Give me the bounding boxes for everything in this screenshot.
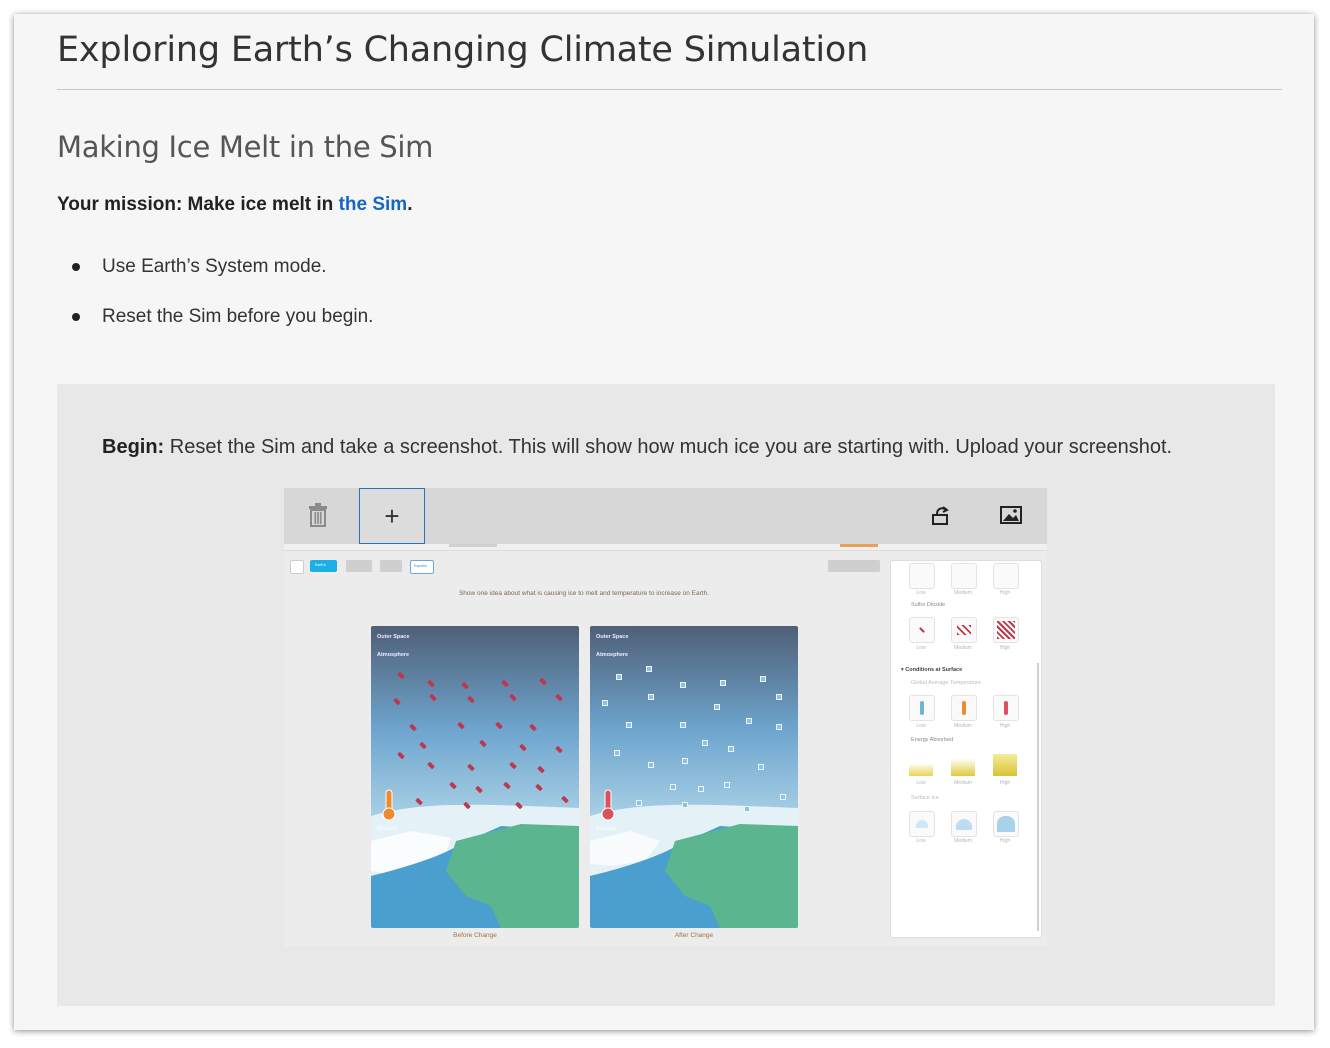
energy-medium-icon xyxy=(951,754,975,776)
section-title: Making Ice Melt in the Sim xyxy=(57,130,434,164)
sulfur-medium-icon xyxy=(951,617,977,643)
bullet-icon xyxy=(72,263,80,271)
sim-link[interactable]: the Sim xyxy=(339,194,408,215)
before-change-panel: Outer Space Atmosphere Surface xyxy=(371,626,579,928)
trash-icon xyxy=(309,503,327,527)
mini-button xyxy=(346,560,372,572)
screenshot-frame: + Earth's Español Show one idea about wh… xyxy=(284,488,1047,946)
high-icon xyxy=(993,563,1019,589)
mission-suffix: . xyxy=(407,194,413,215)
rotate-icon xyxy=(932,506,949,525)
temp-high-icon xyxy=(993,695,1019,721)
outer-space-label: Outer Space xyxy=(596,634,629,640)
mode-button: Earth's xyxy=(310,560,337,572)
thermometer-icon xyxy=(382,789,396,821)
after-change-caption: After Change xyxy=(674,932,714,939)
atmosphere-label: Atmosphere xyxy=(596,652,629,658)
temp-low-icon xyxy=(909,695,935,721)
language-button: Español xyxy=(410,560,434,574)
page-card: Exploring Earth’s Changing Climate Simul… xyxy=(14,14,1314,1030)
title-divider xyxy=(57,89,1282,90)
sulfur-low-icon xyxy=(909,617,935,643)
task-box: Begin: Reset the Sim and take a screensh… xyxy=(57,384,1275,1006)
delete-button[interactable] xyxy=(286,488,350,542)
global-temp-label: Global Average Temperature xyxy=(911,680,981,686)
atmosphere-label: Atmosphere xyxy=(377,652,410,658)
low-icon xyxy=(909,563,935,589)
thermometer-icon xyxy=(601,789,615,821)
before-scene xyxy=(371,626,579,928)
after-change-panel: Outer Space Atmosphere Surface xyxy=(590,626,798,928)
image-toolbar: + xyxy=(284,488,1047,544)
list-item-text: Reset the Sim before you begin. xyxy=(102,306,374,327)
image-button[interactable] xyxy=(979,488,1043,542)
conditions-header: ▾ Conditions at Surface xyxy=(901,667,963,673)
before-change-caption: Before Change xyxy=(453,932,497,939)
surface-ice-label: Surface Ice xyxy=(911,795,939,801)
panel-scrollbar xyxy=(1037,663,1039,931)
ice-medium-icon xyxy=(951,811,977,837)
list-item-text: Use Earth’s System mode. xyxy=(102,256,327,277)
mission-prefix: Your mission: Make ice melt in xyxy=(57,194,339,215)
sim-side-panel: Low Medium High Sulfur Dioxide Low Mediu… xyxy=(890,560,1042,938)
sulfur-dioxide-label: Sulfur Dioxide xyxy=(911,602,946,608)
bullet-icon xyxy=(72,313,80,321)
sulfur-high-icon xyxy=(993,617,1019,643)
list-item: Use Earth’s System mode. xyxy=(57,254,373,304)
add-button[interactable]: + xyxy=(359,488,425,544)
mission-text: Your mission: Make ice melt in the Sim. xyxy=(57,194,412,216)
instruction-list: Use Earth’s System mode. Reset the Sim b… xyxy=(57,254,373,354)
surface-label: Surface xyxy=(377,826,398,832)
mini-button xyxy=(380,560,402,572)
ice-low-icon xyxy=(909,811,935,837)
energy-low-icon xyxy=(909,754,933,776)
medium-icon xyxy=(951,563,977,589)
task-instruction: Begin: Reset the Sim and take a screensh… xyxy=(102,436,1172,459)
surface-label: Surface xyxy=(596,826,617,832)
menu-icon xyxy=(290,560,304,574)
page-title: Exploring Earth’s Changing Climate Simul… xyxy=(57,30,869,70)
image-icon xyxy=(1000,506,1022,524)
plus-icon: + xyxy=(384,500,400,531)
task-label: Begin: xyxy=(102,436,165,458)
ice-high-icon xyxy=(993,811,1019,837)
tab-marker xyxy=(449,544,497,547)
temp-medium-icon xyxy=(951,695,977,721)
outer-space-label: Outer Space xyxy=(377,634,410,640)
rotate-button[interactable] xyxy=(909,488,973,542)
task-text: Reset the Sim and take a screenshot. Thi… xyxy=(164,436,1173,458)
reset-undo-redo-group xyxy=(828,560,880,572)
energy-high-icon xyxy=(993,754,1017,776)
sim-screenshot: Earth's Español Show one idea about what… xyxy=(284,544,1047,946)
list-item: Reset the Sim before you begin. xyxy=(57,304,373,354)
tab-marker xyxy=(840,544,878,547)
energy-absorbed-label: Energy Absorbed xyxy=(911,737,954,743)
sim-tab-strip xyxy=(284,544,1047,551)
after-scene xyxy=(590,626,798,928)
sim-prompt: Show one idea about what is causing ice … xyxy=(458,590,710,597)
